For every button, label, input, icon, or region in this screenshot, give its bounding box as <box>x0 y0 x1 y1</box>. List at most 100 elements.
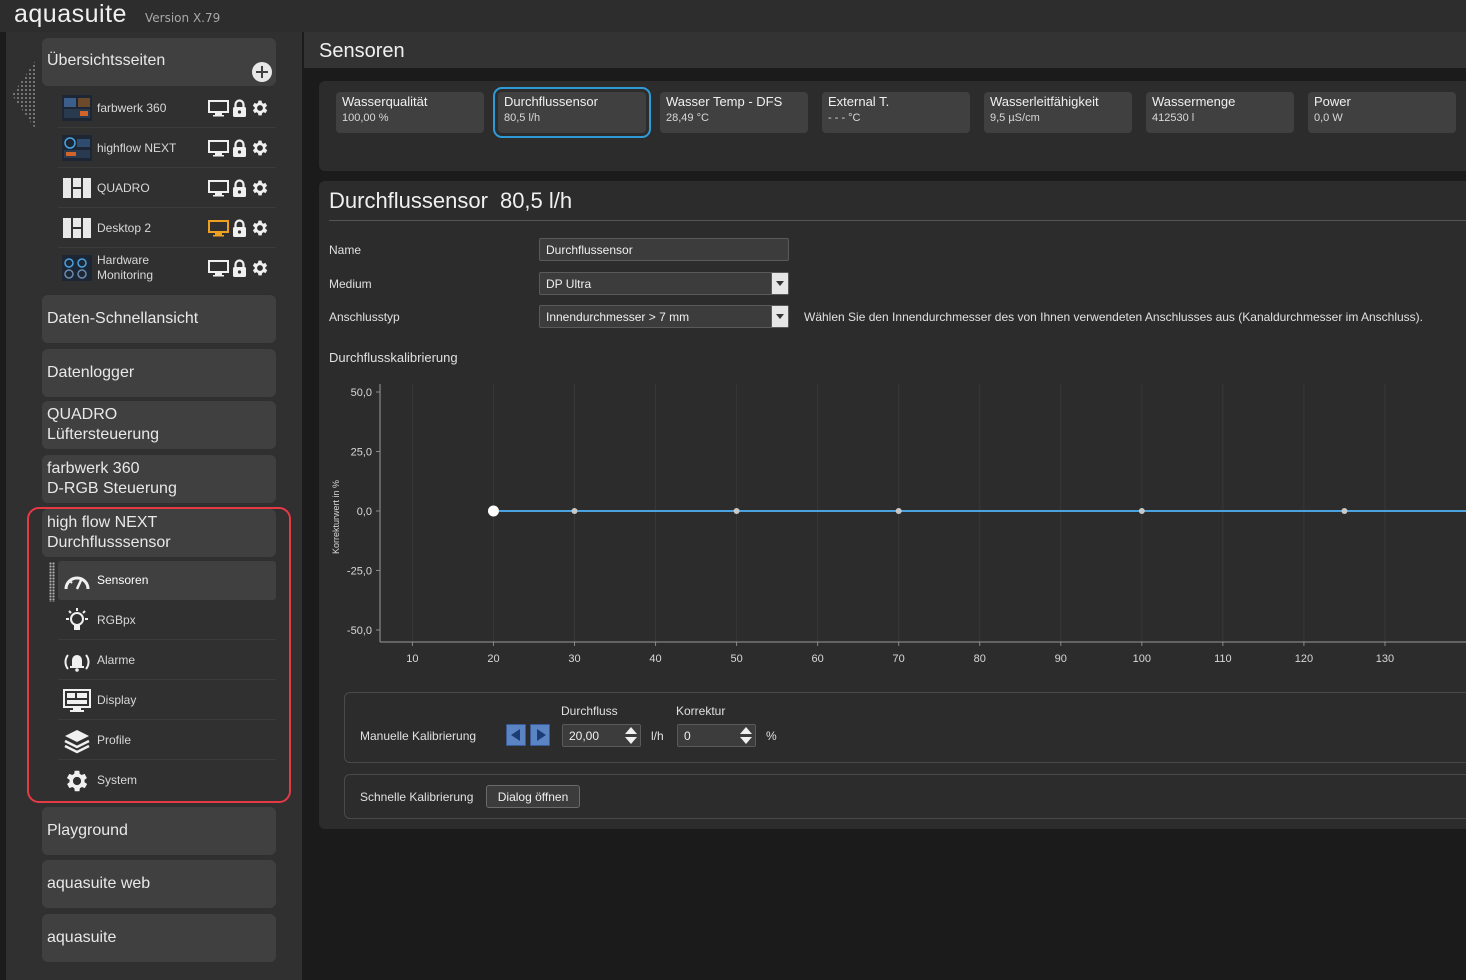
gear-icon[interactable] <box>250 138 270 158</box>
sub-item-alarme[interactable]: Alarme <box>58 641 276 680</box>
y-tick-label: 25,0 <box>351 447 372 459</box>
anschlusstyp-hint: Wählen Sie den Innendurchmesser des von … <box>804 310 1424 324</box>
nav-overview-pages[interactable]: Übersichtsseiten <box>42 38 276 86</box>
gear-icon[interactable] <box>250 258 270 278</box>
data-point <box>733 508 740 514</box>
sensor-tile-external-t[interactable]: External T. - - - °C <box>822 92 970 133</box>
highflow-thumbnail <box>62 135 92 161</box>
y-tick-label: -25,0 <box>347 566 372 578</box>
overview-item-label: Hardware Monitoring <box>97 253 154 282</box>
x-tick-label: 110 <box>1214 653 1232 665</box>
sensor-tile-name: Power <box>1314 94 1351 109</box>
durchfluss-stepper[interactable]: 20,00 <box>562 724 641 747</box>
lock-icon[interactable] <box>232 258 247 278</box>
nav-label: farbwerk 360 <box>47 460 140 477</box>
overview-item-hardware-monitoring[interactable]: Hardware Monitoring <box>58 249 276 288</box>
sensor-tile-value: - - - °C <box>828 112 861 124</box>
sensor-tile-wasserqualitaet[interactable]: Wasserqualität 100,00 % <box>336 92 484 133</box>
name-field[interactable] <box>539 238 789 261</box>
overview-item-farbwerk[interactable]: farbwerk 360 <box>58 89 276 128</box>
display-icon <box>63 689 91 712</box>
gear-icon[interactable] <box>250 218 270 238</box>
sensor-tile-wasserleitfaehigkeit[interactable]: Wasserleitfähigkeit 9,5 µS/cm <box>984 92 1132 133</box>
chevron-down-icon[interactable] <box>771 306 788 327</box>
sub-item-profile[interactable]: Profile <box>58 721 276 760</box>
monitor-icon[interactable] <box>208 219 229 237</box>
app-version: Version X.79 <box>145 11 221 25</box>
x-tick-label: 130 <box>1376 653 1394 665</box>
lock-icon[interactable] <box>232 98 247 118</box>
sensor-tile-value: 412530 l <box>1152 112 1195 124</box>
sub-item-display[interactable]: Display <box>58 681 276 720</box>
overview-item-label: Desktop 2 <box>97 221 152 235</box>
korrektur-stepper[interactable]: 0 <box>677 724 756 747</box>
open-dialog-button[interactable]: Dialog öffnen <box>486 785 580 808</box>
sensor-tile-durchflussensor[interactable]: Durchflussensor 80,5 l/h <box>493 87 651 138</box>
sensor-tile-name: Wasser Temp - DFS <box>666 94 783 109</box>
durchfluss-unit: l/h <box>651 729 664 743</box>
anschlusstyp-select[interactable]: Innendurchmesser > 7 mm <box>539 305 789 328</box>
sensor-tile-wasser-temp[interactable]: Wasser Temp - DFS 28,49 °C <box>660 92 808 133</box>
nav-aquasuite[interactable]: aquasuite <box>42 914 276 962</box>
monitor-icon[interactable] <box>208 99 229 117</box>
name-label: Name <box>329 243 362 257</box>
quadro-thumbnail <box>62 175 92 201</box>
korrektur-unit: % <box>766 729 777 743</box>
lock-icon[interactable] <box>232 178 247 198</box>
monitor-icon[interactable] <box>208 139 229 157</box>
x-tick-label: 20 <box>487 653 499 665</box>
sensor-tile-value: 9,5 µS/cm <box>990 112 1040 124</box>
overview-item-label: farbwerk 360 <box>97 101 167 115</box>
sub-item-sensoren[interactable]: Sensoren <box>58 561 276 600</box>
x-tick-label: 80 <box>974 653 986 665</box>
data-point <box>895 508 902 514</box>
gear-icon <box>66 770 88 792</box>
durchfluss-label: Durchfluss <box>561 704 618 718</box>
plus-circle-icon[interactable] <box>252 62 272 82</box>
y-tick-label: -50,0 <box>347 625 372 637</box>
overview-item-highflow[interactable]: highflow NEXT <box>58 129 276 168</box>
sensor-tile-wassermenge[interactable]: Wassermenge 412530 l <box>1146 92 1294 133</box>
gear-icon[interactable] <box>250 178 270 198</box>
app-title: aquasuite <box>14 0 127 28</box>
overview-item-desktop2[interactable]: Desktop 2 <box>58 209 276 248</box>
x-tick-label: 30 <box>568 653 580 665</box>
sub-item-rgbpx[interactable]: RGBpx <box>58 601 276 640</box>
next-point-button[interactable] <box>530 724 550 746</box>
data-point <box>1138 508 1145 514</box>
previous-point-button[interactable] <box>506 724 526 746</box>
desktop-thumbnail <box>62 215 92 241</box>
monitor-icon[interactable] <box>208 259 229 277</box>
nav-datenlogger[interactable]: Datenlogger <box>42 349 276 397</box>
nav-daten-schnellansicht[interactable]: Daten-Schnellansicht <box>42 295 276 343</box>
medium-select[interactable]: DP Ultra <box>539 272 789 295</box>
x-tick-label: 40 <box>649 653 661 665</box>
sensor-tile-power[interactable]: Power 0,0 W <box>1308 92 1456 133</box>
chevron-down-icon[interactable] <box>771 273 788 294</box>
nav-farbwerk[interactable]: farbwerk 360 D-RGB Steuerung <box>42 455 276 503</box>
monitor-icon[interactable] <box>208 179 229 197</box>
sub-item-system[interactable]: System <box>58 761 276 800</box>
nav-playground[interactable]: Playground <box>42 807 276 855</box>
x-tick-label: 50 <box>730 653 742 665</box>
spin-arrows-icon[interactable] <box>740 727 752 745</box>
sensor-tile-value: 28,49 °C <box>666 112 709 124</box>
overview-item-label: QUADRO <box>97 181 150 195</box>
lock-icon[interactable] <box>232 138 247 158</box>
nav-quadro[interactable]: QUADRO Lüftersteuerung <box>42 401 276 449</box>
y-tick-label: 0,0 <box>357 506 372 518</box>
selected-data-point <box>487 505 499 517</box>
nav-sublabel: Lüftersteuerung <box>47 426 160 443</box>
lock-icon[interactable] <box>232 218 247 238</box>
nav-label: Daten-Schnellansicht <box>47 310 199 327</box>
spin-arrows-icon[interactable] <box>625 727 637 745</box>
nav-aquasuite-web[interactable]: aquasuite web <box>42 860 276 908</box>
overview-item-quadro[interactable]: QUADRO <box>58 169 276 208</box>
divider <box>329 220 1466 221</box>
gear-icon[interactable] <box>250 98 270 118</box>
sub-item-label: System <box>97 773 138 787</box>
data-point <box>1341 508 1348 514</box>
x-tick-label: 100 <box>1133 653 1151 665</box>
calibration-chart[interactable]: 10 20 30 40 50 60 70 80 90 100 110 120 130 50,0 25,0 0,… <box>319 376 1466 676</box>
nav-highflow-next[interactable]: high flow NEXT Durchflusssensor <box>42 509 276 557</box>
